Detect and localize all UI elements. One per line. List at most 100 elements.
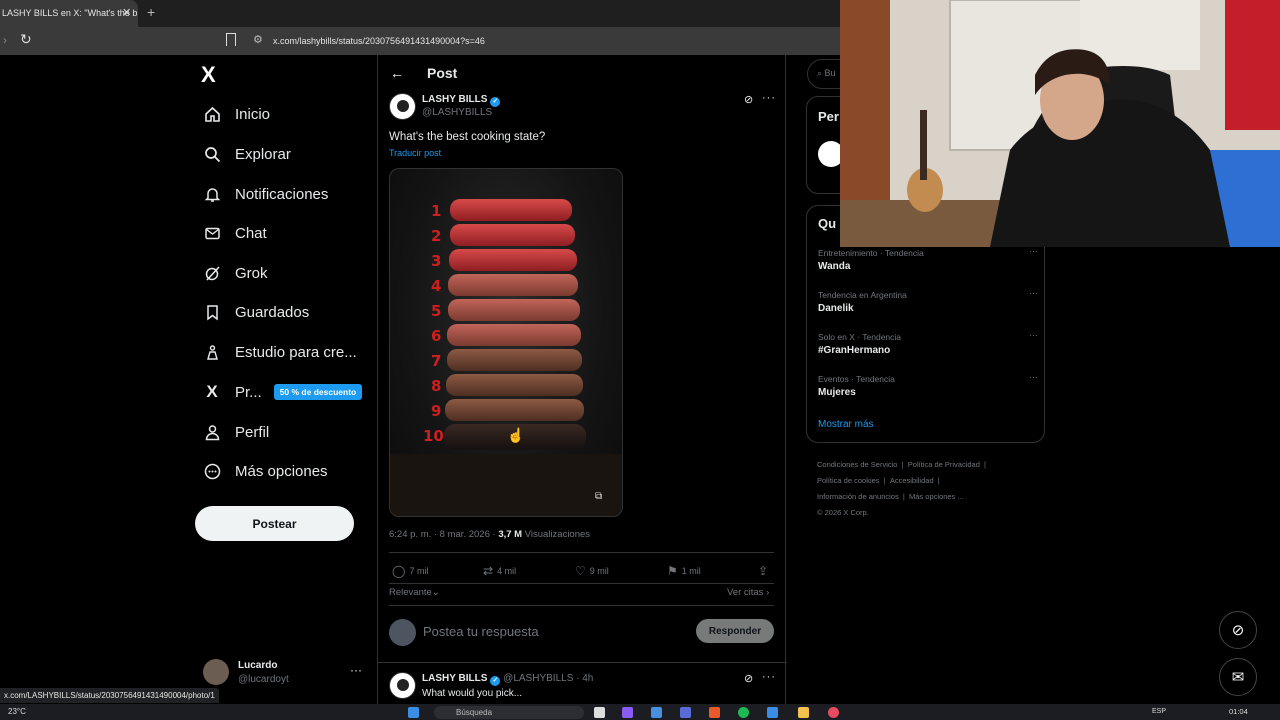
avatar[interactable] [389, 93, 416, 120]
clock[interactable]: 01:04 [1229, 707, 1248, 716]
translate-link[interactable]: Traducir post [389, 148, 441, 158]
trend-meta: Solo en X · Tendencia [818, 332, 902, 342]
post-text: What's the best cooking state? [389, 131, 546, 143]
trend-item[interactable]: Entretenimiento · Tendencia Wanda ··· [818, 246, 1038, 272]
footer-link[interactable]: Política de Privacidad [908, 460, 980, 469]
sidebar-item-perfil[interactable]: Perfil [203, 419, 269, 445]
sort-label: Relevante [389, 587, 432, 598]
image-options-icon[interactable]: ⧉ [595, 491, 602, 502]
taskbar-search[interactable]: Búsqueda [434, 706, 584, 719]
share-button[interactable]: ⇪ [758, 564, 772, 578]
bookmark-icon: ⚑ [667, 564, 678, 578]
tab-title: LASHY BILLS en X: "What's the b [2, 8, 138, 18]
spotify-icon[interactable] [738, 707, 749, 718]
sidebar-item-inicio[interactable]: Inicio [203, 101, 270, 127]
new-tab-icon[interactable]: + [147, 4, 155, 20]
sort-dropdown[interactable]: Relevante⌄ [389, 587, 440, 598]
forward-icon[interactable]: › [3, 33, 7, 47]
sidebar-item-guardados[interactable]: Guardados [203, 299, 309, 325]
views-label: Visualizaciones [524, 529, 591, 540]
bookmark-button[interactable]: ⚑ 1 mil [667, 564, 701, 578]
messages-fab[interactable]: ✉ [1219, 658, 1257, 696]
show-more-link[interactable]: Mostrar más [818, 419, 874, 430]
sidebar-item-label: Chat [235, 224, 267, 242]
site-info-icon[interactable]: ⚙ [253, 33, 263, 46]
doneness-label: 6 [431, 327, 442, 345]
verified-icon: ✓ [490, 97, 501, 107]
reply-input[interactable]: Postea tu respuesta [423, 624, 539, 639]
more-icon[interactable]: ··· [1029, 372, 1038, 382]
divider [389, 552, 774, 553]
more-icon[interactable]: ··· [762, 671, 776, 683]
sidebar-item-grok[interactable]: Grok [203, 260, 268, 286]
quotes-link[interactable]: Ver citas › [727, 587, 769, 598]
back-arrow-icon[interactable]: ← [390, 65, 404, 81]
more-icon[interactable]: ··· [1029, 288, 1038, 298]
sidebar-item-chat[interactable]: Chat [203, 220, 267, 246]
more-icon[interactable]: ··· [1029, 330, 1038, 340]
post-image[interactable]: 1 2 3 4 5 6 7 8 9 10 ⧉ ☝ [389, 168, 623, 517]
app-icon[interactable] [767, 707, 778, 718]
trend-item[interactable]: Eventos · Tendencia Mujeres ··· [818, 372, 1038, 398]
trend-name: Danelik [818, 303, 854, 314]
author-handle[interactable]: @LASHYBILLS [422, 107, 492, 118]
reply-author-name: LASHY BILLS [422, 673, 488, 684]
task-view-icon[interactable] [594, 707, 605, 718]
folder-icon[interactable] [798, 707, 809, 718]
author-name[interactable]: LASHY BILLS ✓ [422, 94, 501, 107]
grok-icon[interactable]: ⊘ [744, 93, 753, 106]
footer-link[interactable]: Información de anuncios [817, 492, 899, 501]
app-icon[interactable] [651, 707, 662, 718]
browser-icon[interactable] [709, 707, 720, 718]
trend-item[interactable]: Tendencia en Argentina Danelik ··· [818, 288, 1038, 314]
app-icon[interactable] [828, 707, 839, 718]
doneness-label: 9 [431, 402, 442, 420]
repost-button[interactable]: ⇄ 4 mil [483, 564, 516, 578]
avatar[interactable] [389, 672, 416, 699]
reload-icon[interactable]: ↻ [20, 31, 32, 48]
grok-fab[interactable]: ⊘ [1219, 611, 1257, 649]
post-button[interactable]: Postear [195, 506, 354, 541]
trend-item[interactable]: Solo en X · Tendencia #GranHermano ··· [818, 330, 1038, 356]
language-indicator[interactable]: ESP [1152, 708, 1166, 715]
footer-link[interactable]: Más opciones ... [909, 492, 964, 501]
reply-author[interactable]: LASHY BILLS ✓ @LASHYBILLS · 4h [422, 673, 593, 686]
account-switcher[interactable]: Lucardo @lucardoyt ··· [203, 659, 363, 689]
bookmark-icon[interactable] [226, 33, 236, 46]
footer-link[interactable]: Accesibilidad [890, 476, 934, 485]
sidebar-item-estudio[interactable]: Estudio para cre... [203, 339, 357, 365]
trend-name: #GranHermano [818, 345, 891, 356]
sidebar-item-premium[interactable]: X Pr... 50 % de descuento [203, 379, 363, 405]
windows-start-icon[interactable] [408, 707, 419, 718]
grok-icon[interactable]: ⊘ [744, 672, 753, 685]
home-icon [203, 105, 221, 123]
quotes-label: Ver citas [727, 587, 764, 598]
person-icon [203, 423, 221, 441]
webcam-image [840, 0, 1280, 247]
more-icon[interactable]: ··· [1029, 246, 1038, 256]
x-logo[interactable]: X [201, 62, 216, 88]
sidebar-item-notificaciones[interactable]: Notificaciones [203, 181, 328, 207]
sidebar-item-explorar[interactable]: Explorar [203, 141, 291, 167]
sidebar-item-label: Explorar [235, 145, 291, 163]
app-icon[interactable] [622, 707, 633, 718]
close-icon[interactable]: ✕ [122, 6, 131, 19]
more-icon[interactable]: ··· [762, 92, 776, 104]
address-field[interactable]: x.com/lashybills/status/2030756491431490… [273, 36, 485, 46]
browser-tab[interactable]: LASHY BILLS en X: "What's the b ✕ [0, 0, 138, 27]
like-button[interactable]: ♡ 9 mil [575, 564, 609, 578]
footer-link[interactable]: Condiciones de Servicio [817, 460, 897, 469]
weather-widget[interactable]: 23°C [8, 707, 26, 716]
reply-submit-button[interactable]: Responder [696, 619, 774, 643]
more-circle-icon [203, 462, 221, 480]
trend-meta: Eventos · Tendencia [818, 374, 895, 384]
more-icon[interactable]: ··· [350, 663, 362, 677]
sidebar-item-mas-opciones[interactable]: Más opciones [203, 458, 328, 484]
divider [378, 662, 787, 663]
doneness-label: 2 [431, 227, 442, 245]
doneness-label: 3 [431, 252, 442, 270]
reply-button[interactable]: ◯ 7 mil [392, 564, 428, 578]
post-time[interactable]: 6:24 p. m. · 8 mar. 2026 · [389, 529, 496, 540]
app-icon[interactable] [680, 707, 691, 718]
footer-link[interactable]: Política de cookies [817, 476, 880, 485]
